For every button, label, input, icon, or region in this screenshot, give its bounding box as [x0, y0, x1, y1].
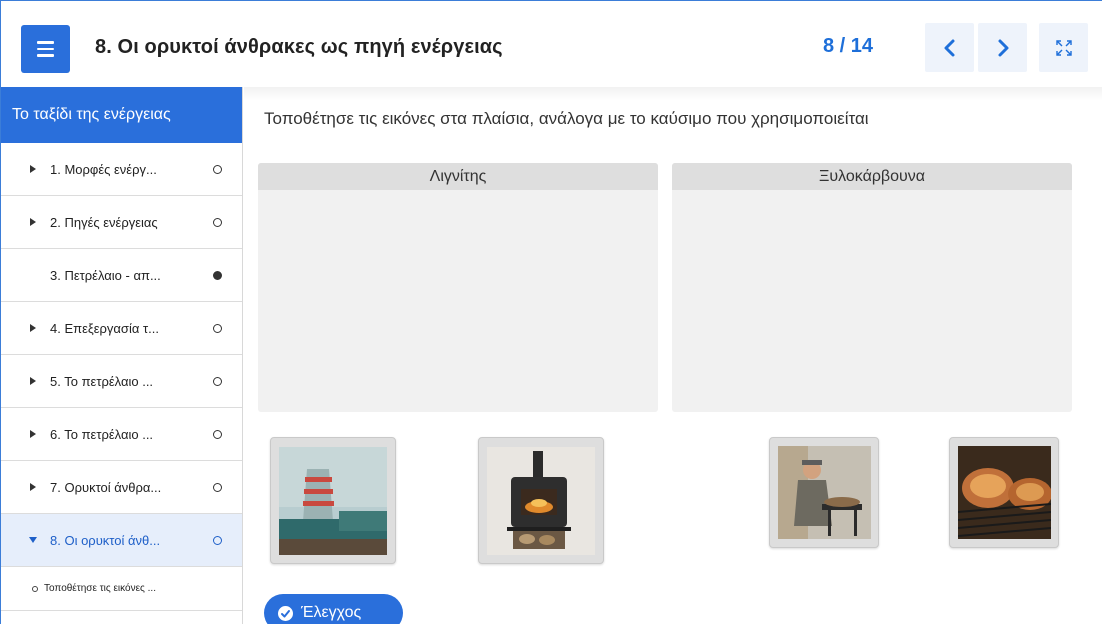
man-grilling-image [777, 446, 871, 539]
sidebar-item-label: 7. Ορυκτοί άνθρα... [50, 479, 162, 495]
sidebar-item-1[interactable]: 1. Μορφές ενέργ... [1, 143, 242, 196]
caret-right-icon [28, 376, 38, 386]
sidebar-item-label: 1. Μορφές ενέργ... [50, 161, 157, 177]
drag-tile-man-grilling[interactable] [769, 437, 879, 548]
sidebar-item-6[interactable]: 6. Το πετρέλαιο ... [1, 408, 242, 461]
caret-right-icon [28, 164, 38, 174]
page-counter: 8 / 14 [823, 35, 874, 57]
sidebar-item-8[interactable]: 8. Οι ορυκτοί άνθ... [1, 514, 242, 567]
check-button[interactable]: Έλεγχος [264, 594, 403, 624]
chevron-left-icon [944, 39, 954, 56]
sidebar-item-label: 2. Πηγές ενέργειας [50, 214, 158, 230]
app-frame: 8. Οι ορυκτοί άνθρακες ως πηγή ενέργειας… [0, 0, 1102, 624]
status-dot [213, 429, 222, 439]
caret-right-icon [28, 323, 38, 333]
dropzone-lignite[interactable]: Λιγνίτης [258, 163, 658, 412]
sidebar-subitem[interactable]: Τοποθέτησε τις εικόνες ... [1, 567, 242, 611]
main-content: Τοποθέτησε τις εικόνες στα πλαίσια, ανάλ… [244, 87, 1102, 624]
menu-button[interactable] [21, 25, 70, 73]
caret-right-icon [28, 482, 38, 492]
sidebar-item-label: 8. Οι ορυκτοί άνθ... [50, 532, 161, 548]
sidebar-item-label: 5. Το πετρέλαιο ... [50, 373, 154, 389]
status-dot [32, 585, 38, 592]
hamburger-icon [37, 41, 54, 44]
fullscreen-icon [1055, 39, 1072, 56]
grilled-meat-image [957, 446, 1051, 539]
next-button[interactable] [978, 23, 1027, 72]
header: 8. Οι ορυκτοί άνθρακες ως πηγή ενέργειας… [1, 1, 1102, 87]
status-dot [213, 482, 222, 492]
instruction-text: Τοποθέτησε τις εικόνες στα πλαίσια, ανάλ… [264, 109, 869, 128]
sidebar-item-label: 4. Επεξεργασία τ... [50, 320, 159, 336]
status-dot [213, 535, 222, 545]
page-title: 8. Οι ορυκτοί άνθρακες ως πηγή ενέργειας [95, 36, 503, 58]
caret-right-icon [28, 429, 38, 439]
sidebar-item-7[interactable]: 7. Ορυκτοί άνθρα... [1, 461, 242, 514]
status-dot [213, 323, 222, 333]
drag-tile-power-plant[interactable] [270, 437, 396, 564]
sidebar-item-3[interactable]: 3. Πετρέλαιο - απ... [1, 249, 242, 302]
sidebar-item-label: 3. Πετρέλαιο - απ... [50, 267, 161, 283]
chevron-right-icon [998, 39, 1008, 56]
sidebar-item-label: 6. Το πετρέλαιο ... [50, 426, 154, 442]
check-circle-icon [278, 605, 293, 621]
sidebar-subitem-label: Τοποθέτησε τις εικόνες ... [44, 583, 156, 594]
dropzone-charcoal[interactable]: Ξυλοκάρβουνα [672, 163, 1072, 412]
sidebar-item-4[interactable]: 4. Επεξεργασία τ... [1, 302, 242, 355]
status-dot [213, 164, 222, 174]
status-dot [213, 376, 222, 386]
status-dot [213, 217, 222, 227]
dropzone-title: Ξυλοκάρβουνα [672, 163, 1072, 190]
sidebar-item-5[interactable]: 5. Το πετρέλαιο ... [1, 355, 242, 408]
status-dot [213, 270, 222, 280]
drag-tile-grilled-meat[interactable] [949, 437, 1059, 548]
sidebar-item-2[interactable]: 2. Πηγές ενέργειας [1, 196, 242, 249]
fullscreen-button[interactable] [1039, 23, 1088, 72]
sidebar-heading[interactable]: Το ταξίδι της ενέργειας [1, 87, 242, 143]
caret-right-icon [28, 217, 38, 227]
caret-down-icon [28, 535, 38, 545]
check-button-label: Έλεγχος [301, 604, 362, 621]
drag-tile-wood-stove[interactable] [478, 437, 604, 564]
wood-stove-image [487, 446, 595, 555]
power-plant-image [279, 446, 387, 555]
sidebar: Το ταξίδι της ενέργειας 1. Μορφές ενέργ.… [1, 87, 243, 624]
dropzone-title: Λιγνίτης [258, 163, 658, 190]
prev-button[interactable] [925, 23, 974, 72]
